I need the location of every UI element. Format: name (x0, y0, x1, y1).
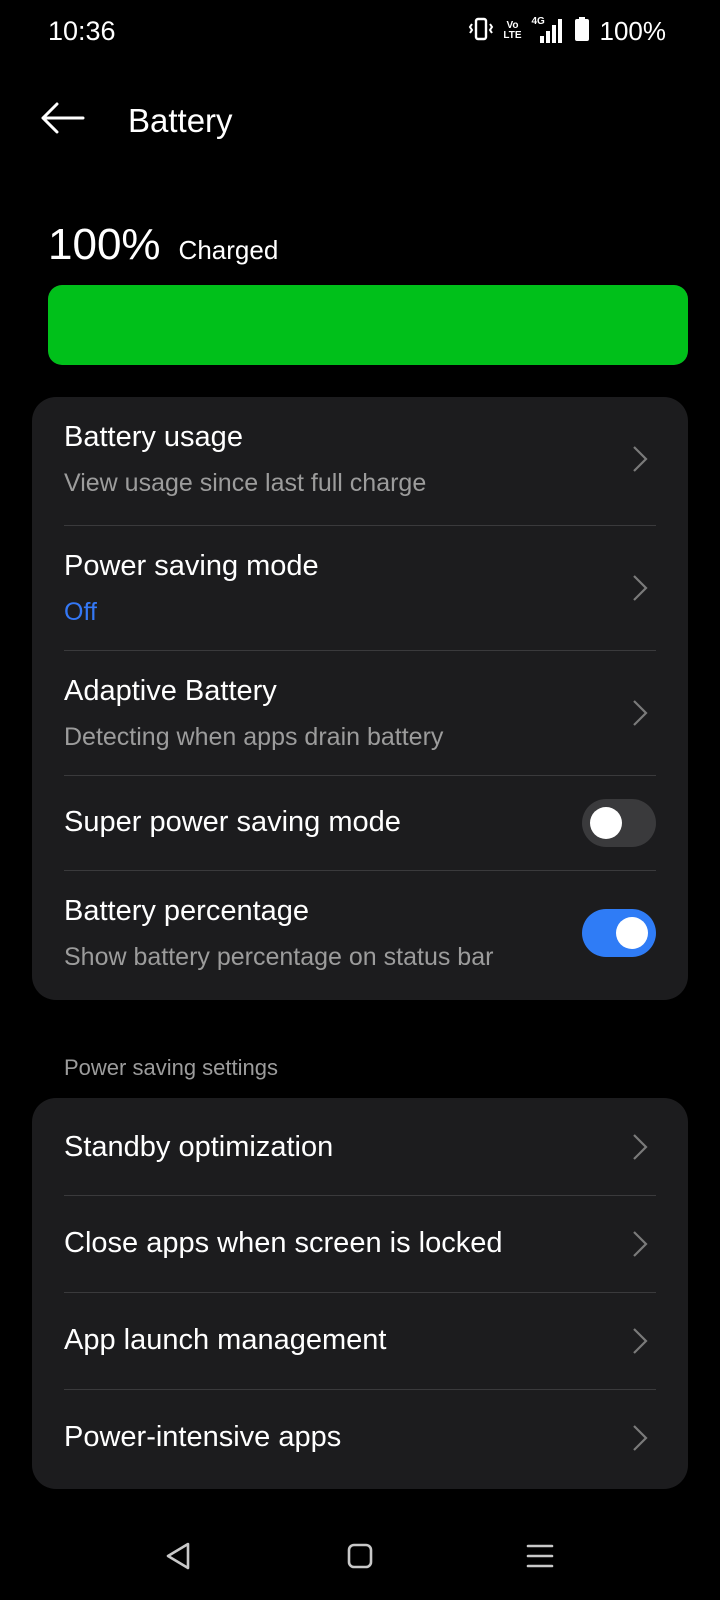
super-power-saving-title: Super power saving mode (64, 806, 401, 838)
square-home-icon (347, 1543, 373, 1569)
menu-recents-icon (526, 1544, 554, 1568)
page-title: Battery (128, 102, 233, 139)
chevron-right-icon (633, 700, 648, 726)
power-saving-mode-status: Off (64, 598, 97, 626)
status-icons: Vo LTE 4G 100% (468, 15, 667, 47)
battery-percentage-row[interactable]: Battery percentage Show battery percenta… (32, 871, 688, 1000)
battery-usage-row[interactable]: Battery usage View usage since last full… (32, 397, 688, 521)
power-intensive-apps-title: Power-intensive apps (64, 1421, 342, 1453)
battery-usage-title: Battery usage (64, 421, 243, 453)
chevron-right-icon (633, 1425, 648, 1451)
nav-recents-button[interactable] (510, 1532, 570, 1580)
chevron-right-icon (633, 1134, 648, 1160)
battery-level-bar (48, 285, 688, 365)
vibrate-icon (468, 16, 494, 47)
app-bar: Battery (0, 80, 720, 160)
power-saving-settings-card: Standby optimization Close apps when scr… (32, 1098, 688, 1489)
super-power-saving-toggle[interactable] (582, 799, 656, 847)
triangle-back-icon (166, 1542, 190, 1570)
nav-back-button[interactable] (148, 1532, 208, 1580)
toggle-knob (590, 807, 622, 839)
battery-level-fill (48, 285, 688, 365)
standby-optimization-row[interactable]: Standby optimization (32, 1098, 688, 1195)
navigation-bar (0, 1520, 720, 1600)
power-saving-mode-row[interactable]: Power saving mode Off (32, 526, 688, 650)
battery-settings-card: Battery usage View usage since last full… (32, 397, 688, 1000)
battery-percentage-title: Battery percentage (64, 895, 310, 927)
network-type-label: 4G (531, 16, 545, 27)
battery-status-icon (574, 16, 590, 47)
chevron-right-icon (633, 1328, 648, 1354)
adaptive-battery-subtitle: Detecting when apps drain battery (64, 723, 444, 751)
close-apps-locked-title: Close apps when screen is locked (64, 1227, 503, 1259)
status-battery-percent: 100% (599, 15, 667, 46)
close-apps-locked-row[interactable]: Close apps when screen is locked (32, 1196, 688, 1292)
back-button[interactable] (34, 96, 90, 144)
volte-icon: Vo LTE (502, 21, 524, 41)
adaptive-battery-title: Adaptive Battery (64, 675, 277, 707)
battery-level-value: 100% (48, 220, 161, 269)
battery-level-summary: 100% Charged (48, 220, 278, 270)
battery-usage-subtitle: View usage since last full charge (64, 469, 427, 497)
back-arrow-icon (39, 101, 85, 140)
app-launch-management-title: App launch management (64, 1324, 387, 1356)
battery-percentage-toggle[interactable] (582, 909, 656, 957)
volte-bottom-label: LTE (503, 30, 522, 41)
chevron-right-icon (633, 446, 648, 472)
super-power-saving-row[interactable]: Super power saving mode (32, 776, 688, 870)
adaptive-battery-row[interactable]: Adaptive Battery Detecting when apps dra… (32, 651, 688, 775)
chevron-right-icon (633, 1231, 648, 1257)
power-intensive-apps-row[interactable]: Power-intensive apps (32, 1390, 688, 1489)
nav-home-button[interactable] (330, 1532, 390, 1580)
battery-percentage-subtitle: Show battery percentage on status bar (64, 943, 494, 971)
power-saving-mode-title: Power saving mode (64, 550, 319, 582)
signal-icon: 4G (532, 17, 566, 45)
status-time: 10:36 (48, 16, 116, 46)
standby-optimization-title: Standby optimization (64, 1131, 334, 1163)
status-bar: 10:36 Vo LTE 4G 100% (0, 0, 720, 62)
app-launch-management-row[interactable]: App launch management (32, 1293, 688, 1389)
power-saving-settings-header: Power saving settings (64, 1055, 278, 1080)
chevron-right-icon (633, 575, 648, 601)
toggle-knob (616, 917, 648, 949)
battery-charge-state: Charged (178, 235, 279, 265)
